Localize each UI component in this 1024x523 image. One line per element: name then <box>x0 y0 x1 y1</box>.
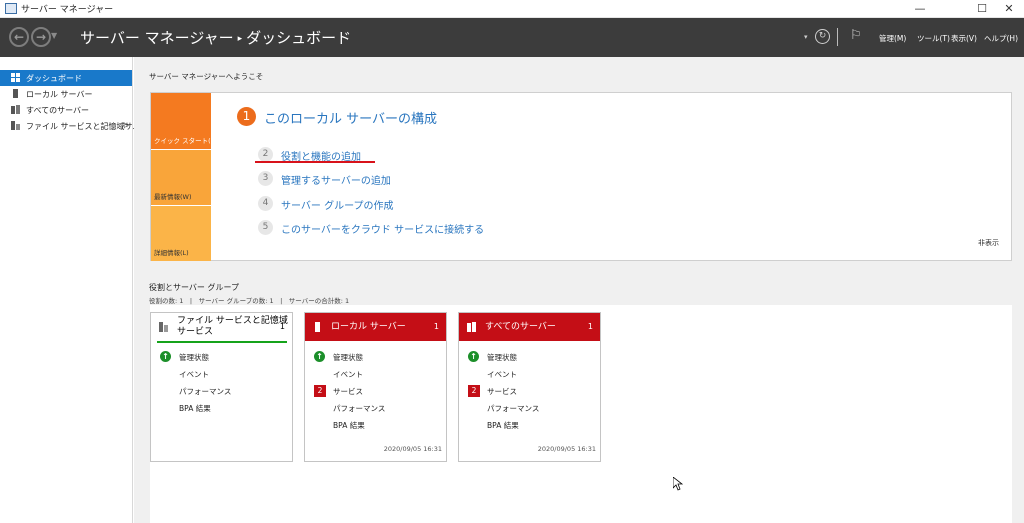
role-card-header[interactable]: すべてのサーバー 1 <box>459 313 600 341</box>
back-button[interactable]: ← <box>9 27 29 47</box>
tile-whats-new[interactable]: 最新情報(W) <box>151 150 211 205</box>
tile-learn-more[interactable]: 詳細情報(L) <box>151 206 211 261</box>
notifications-flag-icon[interactable]: ⚐ <box>850 28 862 43</box>
mouse-cursor-icon <box>673 477 683 491</box>
services-row[interactable]: サービス <box>487 386 517 397</box>
tile-learn-more-label: 詳細情報(L) <box>154 249 189 257</box>
breadcrumb-page: ダッシュボード <box>246 29 352 47</box>
sidebar-item-local-server[interactable]: ローカル サーバー <box>0 86 132 102</box>
status-ok-icon: ↑ <box>314 351 325 362</box>
role-card-count: 1 <box>433 322 439 331</box>
performance-row[interactable]: パフォーマンス <box>179 386 231 397</box>
bpa-results-row[interactable]: BPA 結果 <box>179 403 211 414</box>
server-icon <box>13 89 18 98</box>
title-bar: サーバー マネージャー — ☐ ✕ <box>0 0 1024 18</box>
status-ok-icon: ↑ <box>160 351 171 362</box>
servers-icon <box>467 322 476 332</box>
last-updated-timestamp: 2020/09/05 16:31 <box>537 445 596 453</box>
breadcrumb-separator-icon: ▸ <box>237 34 243 44</box>
server-manager-app-icon <box>5 3 17 14</box>
services-alert-badge: 2 <box>314 385 326 397</box>
dashboard-main: サーバー マネージャーへようこそ クイック スタート(Q) 最新情報(W) 詳細… <box>134 57 1024 523</box>
create-server-group-link[interactable]: サーバー グループの作成 <box>281 197 393 212</box>
refresh-icon[interactable]: ↻ <box>815 29 830 44</box>
role-card-local-server[interactable]: ローカル サーバー 1 ↑ 管理状態 イベント 2 サービス パフォーマンス B… <box>304 312 447 462</box>
sidebar-item-file-storage-services[interactable]: ファイル サービスと記憶域サ... ▷ <box>0 118 140 134</box>
menu-view[interactable]: 表示(V) <box>951 33 977 44</box>
status-ok-icon: ↑ <box>468 351 479 362</box>
role-card-count: 1 <box>279 322 285 331</box>
manageability-row[interactable]: 管理状態 <box>179 352 209 363</box>
hide-welcome-link[interactable]: 非表示 <box>978 238 999 248</box>
expand-arrow-icon[interactable]: ▷ <box>124 121 129 129</box>
performance-row[interactable]: パフォーマンス <box>333 403 385 414</box>
refresh-dropdown-icon[interactable]: ▾ <box>804 33 808 41</box>
header-bar: ← → ▼ サーバー マネージャー ▸ ダッシュボード ▾ ↻ ⚐ 管理(M) ツー… <box>0 18 1024 57</box>
sidebar-item-label: すべてのサーバー <box>26 106 90 115</box>
minimize-button[interactable]: — <box>905 0 935 18</box>
role-card-title: ファイル サービスと記憶域 サービス <box>177 316 288 337</box>
step-number: 4 <box>258 196 273 211</box>
file-storage-icon <box>11 121 20 130</box>
services-alert-badge: 2 <box>468 385 480 397</box>
sidebar-item-dashboard[interactable]: ダッシュボード <box>0 70 132 86</box>
file-storage-icon <box>159 322 168 332</box>
role-card-file-storage[interactable]: ファイル サービスと記憶域 サービス 1 ↑ 管理状態 イベント パフォーマンス… <box>150 312 293 462</box>
sidebar-item-label: ローカル サーバー <box>26 90 93 99</box>
close-button[interactable]: ✕ <box>994 0 1024 18</box>
history-dropdown-icon[interactable]: ▼ <box>51 31 57 40</box>
role-card-title: ローカル サーバー <box>331 322 406 332</box>
menu-help[interactable]: ヘルプ(H) <box>984 33 1018 44</box>
sidebar-item-label: ダッシュボード <box>26 74 82 83</box>
breadcrumb-root[interactable]: サーバー マネージャー <box>80 29 234 47</box>
tile-whats-new-label: 最新情報(W) <box>154 193 192 201</box>
annotation-underline <box>255 161 375 163</box>
events-row[interactable]: イベント <box>179 369 209 380</box>
annotation-underline <box>157 341 287 343</box>
configure-local-server-link[interactable]: このローカル サーバーの構成 <box>264 108 437 127</box>
events-row[interactable]: イベント <box>333 369 363 380</box>
performance-row[interactable]: パフォーマンス <box>487 403 539 414</box>
role-card-all-servers[interactable]: すべてのサーバー 1 ↑ 管理状態 イベント 2 サービス パフォーマンス BP… <box>458 312 601 462</box>
menu-tools[interactable]: ツール(T) <box>917 33 950 44</box>
step-number: 2 <box>258 147 273 162</box>
step-number: 5 <box>258 220 273 235</box>
services-row[interactable]: サービス <box>333 386 363 397</box>
welcome-panel: クイック スタート(Q) 最新情報(W) 詳細情報(L) 1 このローカル サー… <box>150 92 1012 261</box>
servers-icon <box>11 105 20 114</box>
connect-cloud-services-link[interactable]: このサーバーをクラウド サービスに接続する <box>281 221 484 236</box>
bpa-results-row[interactable]: BPA 結果 <box>333 420 365 431</box>
window-title: サーバー マネージャー <box>21 5 114 15</box>
step-number: 3 <box>258 171 273 186</box>
sidebar: ダッシュボード ローカル サーバー すべてのサーバー ファイル サービスと記憶域… <box>0 57 140 523</box>
add-servers-link[interactable]: 管理するサーバーの追加 <box>281 172 391 187</box>
dashboard-grid-icon <box>11 73 20 82</box>
roles-section-title: 役割とサーバー グループ <box>149 283 239 292</box>
tile-quick-start-label: クイック スタート(Q) <box>154 137 219 145</box>
role-card-count: 1 <box>587 322 593 331</box>
breadcrumb: サーバー マネージャー ▸ ダッシュボード <box>80 27 351 48</box>
sidebar-item-all-servers[interactable]: すべてのサーバー <box>0 102 132 118</box>
bpa-results-row[interactable]: BPA 結果 <box>487 420 519 431</box>
last-updated-timestamp: 2020/09/05 16:31 <box>383 445 442 453</box>
manageability-row[interactable]: 管理状態 <box>333 352 363 363</box>
tile-quick-start[interactable]: クイック スタート(Q) <box>151 93 218 149</box>
maximize-button[interactable]: ☐ <box>967 0 997 18</box>
events-row[interactable]: イベント <box>487 369 517 380</box>
welcome-heading: サーバー マネージャーへようこそ <box>149 72 264 81</box>
step-number: 1 <box>237 107 256 126</box>
menu-manage[interactable]: 管理(M) <box>879 33 906 44</box>
role-card-header[interactable]: ローカル サーバー 1 <box>305 313 446 341</box>
roles-summary: 役割の数: 1 | サーバー グループの数: 1 | サーバーの合計数: 1 <box>149 297 350 305</box>
role-card-header[interactable]: ファイル サービスと記憶域 サービス 1 <box>151 313 292 341</box>
header-divider <box>837 28 838 46</box>
role-card-title: すべてのサーバー <box>485 322 556 332</box>
server-icon <box>315 322 320 332</box>
forward-button[interactable]: → <box>31 27 51 47</box>
manageability-row[interactable]: 管理状態 <box>487 352 517 363</box>
